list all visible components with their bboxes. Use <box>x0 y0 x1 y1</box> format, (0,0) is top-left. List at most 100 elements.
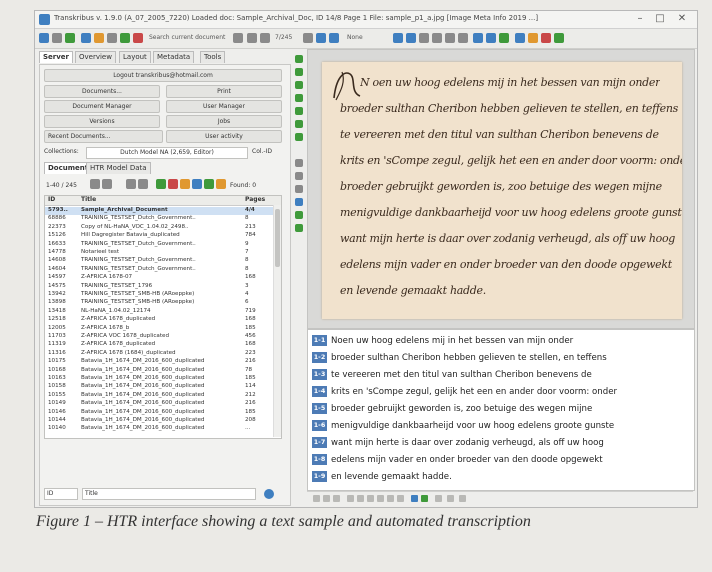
document-row[interactable]: 12518 Z-AFRICA 1678_duplicated 168 <box>45 316 273 324</box>
table-icon[interactable] <box>295 211 303 219</box>
document-row[interactable]: 13942 TRAINING_TESTSET_SMB-HB (ARoeppke) 4 <box>45 291 273 299</box>
column-id[interactable]: ID <box>48 196 78 203</box>
document-row[interactable]: 15126 Hill Dagregister Batavia_duplicated… <box>45 232 273 240</box>
export-icon[interactable] <box>94 33 104 43</box>
prev-page-icon[interactable] <box>260 33 270 43</box>
error-icon[interactable] <box>541 33 551 43</box>
search-icon[interactable] <box>233 33 243 43</box>
menu-icon[interactable] <box>52 33 62 43</box>
split-icon[interactable] <box>295 172 303 180</box>
underline-icon[interactable] <box>397 495 404 502</box>
documents-button[interactable]: Documents... <box>44 85 160 98</box>
strikethrough-icon[interactable] <box>367 495 374 502</box>
first-icon[interactable] <box>90 179 100 189</box>
tag-icon[interactable] <box>528 33 538 43</box>
share-doc-icon[interactable] <box>192 179 202 189</box>
tab-server[interactable]: Server <box>39 51 74 63</box>
transcription-line[interactable]: 1-5 broeder gebruijkt geworden is, zoo be… <box>312 403 592 416</box>
add-baseline-icon[interactable] <box>295 94 303 102</box>
region-icon[interactable] <box>515 33 525 43</box>
undo-icon[interactable] <box>295 224 303 232</box>
shape-select-icon[interactable] <box>295 55 303 63</box>
zoom-select[interactable]: None <box>347 34 363 41</box>
filter-field-select[interactable]: ID <box>44 488 78 500</box>
document-manager-button[interactable]: Document Manager <box>44 100 160 113</box>
document-row[interactable]: 10163 Batavia_1H_1674_DM_2016_600_duplica… <box>45 375 273 383</box>
transcription-line[interactable]: 1-6 menigvuldige dankbaarheijd voor uw ho… <box>312 420 614 433</box>
document-row[interactable]: 11319 Z-AFRICA 1678_duplicated 168 <box>45 341 273 349</box>
document-row[interactable]: 11316 Z-AFRICA 1678 (1684)_duplicated 223 <box>45 350 273 358</box>
tag-text-icon[interactable] <box>411 495 418 502</box>
rotate-icon[interactable] <box>445 33 455 43</box>
collections-select[interactable]: Dutch Model NA (2,659, Editor) <box>86 147 248 159</box>
edit-icon[interactable] <box>459 495 466 502</box>
document-row[interactable]: 14604 TRAINING_TESTSET_Dutch_Government..… <box>45 266 273 274</box>
tab-overview[interactable]: Overview <box>75 51 116 63</box>
original-size-icon[interactable] <box>458 33 468 43</box>
remove-point-icon[interactable] <box>295 133 303 141</box>
document-row[interactable]: 14778 Notarieel test 7 <box>45 249 273 257</box>
add-word-icon[interactable] <box>295 107 303 115</box>
delete-icon[interactable] <box>133 33 143 43</box>
minimize-button[interactable]: – <box>631 12 649 26</box>
next-page-icon[interactable] <box>303 33 313 43</box>
move-icon[interactable] <box>295 185 303 193</box>
transcription-line[interactable]: 1-9 en levende gemaakt hadde. <box>312 471 452 484</box>
filter-refresh-icon[interactable] <box>264 489 274 499</box>
add-region-icon[interactable] <box>295 68 303 76</box>
upload-icon[interactable] <box>81 33 91 43</box>
image-viewer[interactable]: N oen uw hoog edelens mij in het bessen … <box>307 49 695 329</box>
document-row[interactable]: 13898 TRAINING_TESTSET_SMB-HB (ARoeppke) 6 <box>45 299 273 307</box>
tab-layout[interactable]: Layout <box>119 51 151 63</box>
tab-metadata[interactable]: Metadata <box>153 51 195 63</box>
document-row[interactable]: 10175 Batavia_1H_1674_DM_2016_600_duplica… <box>45 358 273 366</box>
close-button[interactable]: ✕ <box>673 12 691 26</box>
scrollbar-thumb[interactable] <box>275 209 280 267</box>
tab-tools[interactable]: Tools <box>200 51 226 63</box>
reload-icon[interactable] <box>316 33 326 43</box>
document-row[interactable]: 10149 Batavia_1H_1674_DM_2016_600_duplica… <box>45 400 273 408</box>
document-row[interactable]: 13418 NL-HaNA_1.04.02_12174 719 <box>45 308 273 316</box>
edit-doc-icon[interactable] <box>180 179 190 189</box>
document-row[interactable]: 10144 Batavia_1H_1674_DM_2016_600_duplica… <box>45 417 273 425</box>
transcription-line[interactable]: 1-7 want mijn herte is daar over zodanig … <box>312 437 604 450</box>
superscript-icon[interactable] <box>377 495 384 502</box>
document-row[interactable]: 22373 Copy of NL-HaNA_VOC_1.04.02_2498.. 2… <box>45 224 273 232</box>
style-icon[interactable] <box>313 495 320 502</box>
versions-button[interactable]: Versions <box>44 115 160 128</box>
document-row[interactable]: 68886 TRAINING_TESTSET_Dutch_Government..… <box>45 215 273 223</box>
column-pages[interactable]: Pages <box>245 196 271 203</box>
document-row[interactable]: 5793.. Sample_Archival_Document 4/4 <box>45 207 273 215</box>
add-doc-icon[interactable] <box>156 179 166 189</box>
symbol-icon[interactable] <box>333 495 340 502</box>
document-row[interactable]: 10168 Batavia_1H_1674_DM_2016_600_duplica… <box>45 367 273 375</box>
document-row[interactable]: 10140 Batavia_1H_1674_DM_2016_600_duplica… <box>45 425 273 433</box>
duplicate-doc-icon[interactable] <box>204 179 214 189</box>
add-line-icon[interactable] <box>295 81 303 89</box>
print-button[interactable]: Print <box>166 85 282 98</box>
insert-icon[interactable] <box>435 495 442 502</box>
transcription-line[interactable]: 1-4 krits en 'sCompe zegul, gelijk het ee… <box>312 386 617 399</box>
first-page-icon[interactable] <box>247 33 257 43</box>
jobs-button[interactable]: Jobs <box>166 115 282 128</box>
document-row[interactable]: 14608 TRAINING_TESTSET_Dutch_Government..… <box>45 257 273 265</box>
transcription-line[interactable]: 1-1 Noen uw hoog edelens mij in het besse… <box>312 335 573 348</box>
document-row[interactable]: 14597 Z-AFRICA 1678-07 168 <box>45 274 273 282</box>
remove-doc-icon[interactable] <box>168 179 178 189</box>
document-row[interactable]: 11703 Z-AFRICA VOC 1678_duplicated 456 <box>45 333 273 341</box>
document-row[interactable]: 12005 Z-AFRICA 1678_b 185 <box>45 325 273 333</box>
filter-input[interactable]: Title <box>82 488 256 500</box>
merge-icon[interactable] <box>295 159 303 167</box>
document-row[interactable]: 10146 Batavia_1H_1674_DM_2016_600_duplica… <box>45 409 273 417</box>
add-point-icon[interactable] <box>295 120 303 128</box>
fit-page-icon[interactable] <box>406 33 416 43</box>
italic-icon[interactable] <box>357 495 364 502</box>
document-row[interactable]: 14575 TRAINING_TESTSET_1796 3 <box>45 283 273 291</box>
transcription-editor[interactable]: 1-1 Noen uw hoog edelens mij in het besse… <box>307 329 695 491</box>
subscript-icon[interactable] <box>387 495 394 502</box>
transcription-line[interactable]: 1-8 edelens mijn vader en onder broeder v… <box>312 454 603 467</box>
lines-icon[interactable] <box>499 33 509 43</box>
columns-icon[interactable] <box>447 495 454 502</box>
check-icon[interactable] <box>554 33 564 43</box>
zoom-out-icon[interactable] <box>432 33 442 43</box>
